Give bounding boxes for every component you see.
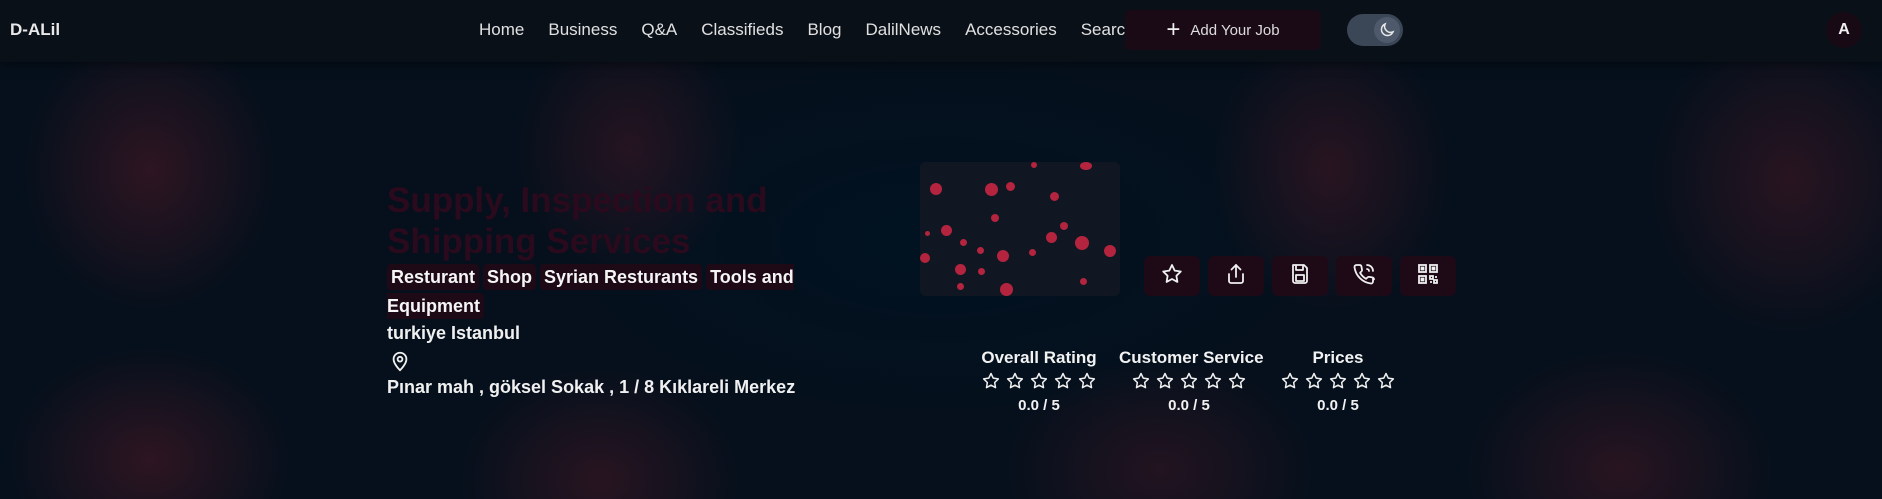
image-dot xyxy=(985,183,998,196)
rating-overall: Overall Rating 0.0 / 5 xyxy=(969,348,1109,414)
rating-star-icon[interactable] xyxy=(1328,371,1348,396)
image-dot xyxy=(1006,182,1015,191)
add-job-button[interactable]: + Add Your Job xyxy=(1125,10,1321,50)
moon-icon xyxy=(1374,17,1400,43)
rating-prices: Prices 0.0 / 5 xyxy=(1268,348,1408,414)
rating-star-icon[interactable] xyxy=(1304,371,1324,396)
rating-star-icon[interactable] xyxy=(1227,371,1247,396)
tag-item[interactable]: Shop xyxy=(483,264,537,290)
image-dot xyxy=(1075,236,1089,250)
theme-toggle[interactable] xyxy=(1347,14,1403,46)
save-button[interactable] xyxy=(1272,256,1328,296)
rating-star-icon[interactable] xyxy=(1179,371,1199,396)
save-icon xyxy=(1288,262,1312,291)
star-row xyxy=(1119,371,1259,396)
add-job-label: Add Your Job xyxy=(1190,21,1280,39)
call-button[interactable] xyxy=(1336,256,1392,296)
phone-icon xyxy=(1352,262,1376,291)
rating-label: Overall Rating xyxy=(981,348,1097,367)
image-dot xyxy=(1104,245,1116,257)
nav-blog[interactable]: Blog xyxy=(807,20,841,40)
rating-star-icon[interactable] xyxy=(1029,371,1049,396)
nav-home[interactable]: Home xyxy=(479,20,524,40)
main-nav: Home Business Q&A Classifieds Blog Dalil… xyxy=(479,20,1135,40)
share-button[interactable] xyxy=(1208,256,1264,296)
image-dot xyxy=(997,250,1009,262)
image-dot xyxy=(1060,222,1068,230)
image-dot xyxy=(1031,162,1037,168)
nav-qa[interactable]: Q&A xyxy=(641,20,677,40)
rating-star-icon[interactable] xyxy=(981,371,1001,396)
nav-business[interactable]: Business xyxy=(548,20,617,40)
image-dot xyxy=(977,247,984,254)
business-cover-image xyxy=(920,162,1120,296)
nav-dalilnews[interactable]: DalilNews xyxy=(865,20,941,40)
rating-star-icon[interactable] xyxy=(1376,371,1396,396)
image-dot xyxy=(941,225,952,236)
rating-value: 0.0 / 5 xyxy=(1018,397,1060,414)
nav-accessories[interactable]: Accessories xyxy=(965,20,1057,40)
plus-icon: + xyxy=(1166,16,1181,43)
image-dot xyxy=(1080,278,1087,285)
rating-label: Customer Service xyxy=(1119,348,1264,367)
star-row xyxy=(969,371,1109,396)
image-dot xyxy=(991,214,999,222)
nav-classifieds[interactable]: Classifieds xyxy=(701,20,783,40)
location-pin-icon xyxy=(389,349,411,378)
rating-star-icon[interactable] xyxy=(1005,371,1025,396)
star-row xyxy=(1268,371,1408,396)
rating-star-icon[interactable] xyxy=(1077,371,1097,396)
rating-star-icon[interactable] xyxy=(1131,371,1151,396)
rating-value: 0.0 / 5 xyxy=(1168,397,1210,414)
tag-item[interactable]: Resturant xyxy=(387,264,480,290)
rating-value: 0.0 / 5 xyxy=(1317,397,1359,414)
business-location: turkiye Istanbul xyxy=(387,323,521,343)
rating-label: Prices xyxy=(1312,348,1364,367)
image-dot xyxy=(960,239,967,246)
user-avatar[interactable]: A xyxy=(1826,12,1862,48)
image-dot xyxy=(920,253,930,263)
rating-star-icon[interactable] xyxy=(1053,371,1073,396)
tag-item[interactable]: Syrian Resturants xyxy=(540,264,703,290)
image-dot xyxy=(978,268,985,275)
rating-star-icon[interactable] xyxy=(1203,371,1223,396)
rating-star-icon[interactable] xyxy=(1280,371,1300,396)
image-dot xyxy=(1000,283,1013,296)
rating-star-icon[interactable] xyxy=(1155,371,1175,396)
favorite-button[interactable] xyxy=(1144,256,1200,296)
qr-code-icon xyxy=(1416,262,1440,291)
share-icon xyxy=(1224,262,1248,291)
business-address: Pınar mah , göksel Sokak , 1 / 8 Kıklare… xyxy=(387,377,796,397)
image-dot xyxy=(925,231,930,236)
top-navbar: D-ALil Home Business Q&A Classifieds Blo… xyxy=(0,0,1882,62)
image-dot xyxy=(1050,192,1059,201)
image-dot xyxy=(1080,162,1092,170)
image-dot xyxy=(1029,249,1036,256)
business-title: Supply, Inspection and Shipping Services xyxy=(387,181,768,261)
star-icon xyxy=(1160,262,1184,291)
rating-customer-service: Customer Service 0.0 / 5 xyxy=(1119,348,1264,414)
image-dot xyxy=(957,283,964,290)
qr-code-button[interactable] xyxy=(1400,256,1456,296)
image-dot xyxy=(1046,232,1057,243)
site-logo[interactable]: D-ALil xyxy=(10,20,60,40)
business-tags: Resturant Shop Syrian Resturants Tools and … xyxy=(387,263,807,321)
rating-star-icon[interactable] xyxy=(1352,371,1372,396)
image-dot xyxy=(930,183,942,195)
image-dot xyxy=(955,264,966,275)
